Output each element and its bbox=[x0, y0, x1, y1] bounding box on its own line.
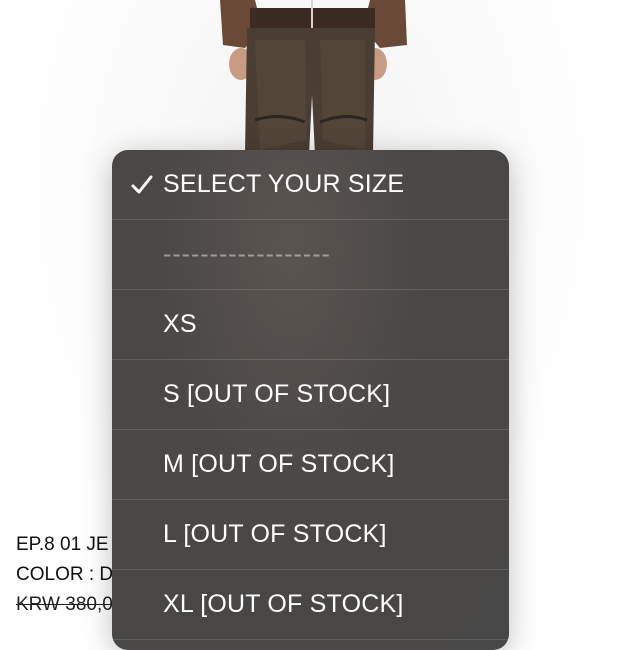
option-label: ------------------ bbox=[163, 240, 331, 268]
product-name: EP.8 01 JE bbox=[16, 534, 109, 555]
option-label: S [OUT OF STOCK] bbox=[163, 380, 391, 408]
product-price: KRW 380,0 bbox=[16, 594, 113, 615]
option-label: XL [OUT OF STOCK] bbox=[163, 590, 404, 618]
size-option-select-your-size[interactable]: SELECT YOUR SIZE bbox=[112, 150, 509, 220]
product-image bbox=[220, 0, 407, 155]
product-color: COLOR : D bbox=[16, 564, 114, 585]
size-option-l[interactable]: L [OUT OF STOCK] bbox=[112, 500, 509, 570]
size-option-s[interactable]: S [OUT OF STOCK] bbox=[112, 360, 509, 430]
size-picker-popup: SELECT YOUR SIZE ------------------ XS S… bbox=[112, 150, 509, 650]
checkmark-icon bbox=[131, 175, 153, 193]
option-label: M [OUT OF STOCK] bbox=[163, 450, 395, 478]
size-option-m[interactable]: M [OUT OF STOCK] bbox=[112, 430, 509, 500]
option-label: SELECT YOUR SIZE bbox=[163, 170, 405, 198]
product-info: EP.8 01 JE COLOR : D KRW 380,0 bbox=[16, 530, 113, 620]
size-option-separator: ------------------ bbox=[112, 220, 509, 290]
size-option-xs[interactable]: XS bbox=[112, 290, 509, 360]
option-label: XS bbox=[163, 310, 197, 338]
size-option-xl[interactable]: XL [OUT OF STOCK] bbox=[112, 570, 509, 640]
option-label: L [OUT OF STOCK] bbox=[163, 520, 387, 548]
